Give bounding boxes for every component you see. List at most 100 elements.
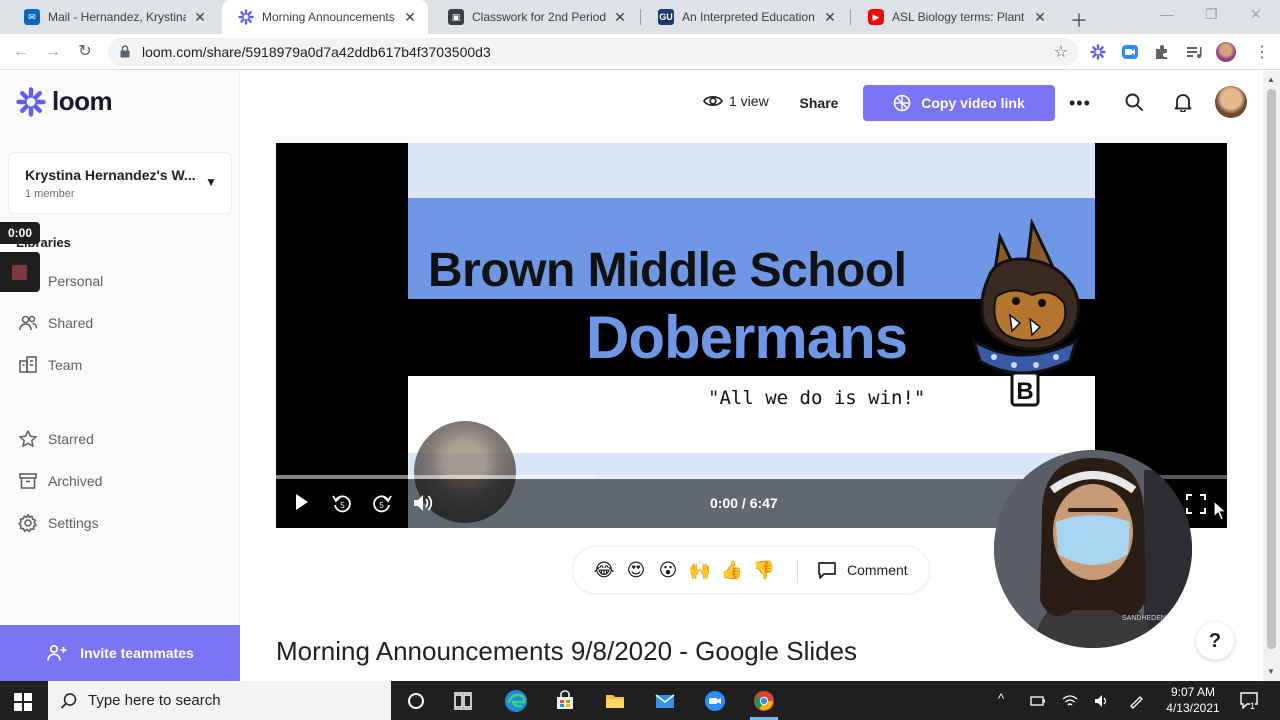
stop-recording-button[interactable] — [0, 252, 40, 292]
volume-tray-icon[interactable] — [1094, 693, 1110, 709]
search-icon — [60, 693, 77, 709]
mouse-cursor-icon — [1213, 500, 1228, 521]
sidebar-item-label: Team — [48, 357, 83, 373]
emoji-thumbs-up-button[interactable]: 👍 — [719, 557, 745, 583]
slide-motto: "All we do is win!" — [708, 387, 926, 409]
scroll-up-icon[interactable]: ▲ — [1267, 75, 1275, 84]
zoom-icon[interactable] — [704, 690, 726, 712]
tab-asl-biology[interactable]: ▶ ASL Biology terms: Plant an ✕ — [852, 0, 1058, 34]
browser-menu-icon[interactable]: ⋮ — [1254, 42, 1270, 62]
search-icon[interactable] — [1124, 92, 1144, 112]
play-icon[interactable] — [294, 492, 310, 512]
fullscreen-icon[interactable] — [1186, 494, 1206, 514]
tab-title: ASL Biology terms: Plant an — [892, 10, 1026, 24]
chrome-icon[interactable] — [753, 690, 775, 712]
help-button[interactable]: ? — [1196, 622, 1234, 660]
emoji-heart-eyes-button[interactable]: 😍 — [623, 557, 649, 583]
pen-icon[interactable] — [1128, 693, 1144, 709]
tab-classwork[interactable]: ▣ Classwork for 2nd Period Sc ✕ — [432, 0, 638, 34]
battery-icon[interactable] — [1030, 693, 1046, 709]
classroom-icon: ▣ — [448, 9, 464, 25]
emoji-raised-hands-button[interactable]: 🙌 — [687, 557, 713, 583]
scrollbar-thumb[interactable] — [1267, 89, 1276, 649]
mail-icon[interactable] — [654, 690, 676, 712]
back-icon[interactable]: ← — [10, 41, 32, 63]
sidebar-item-starred[interactable]: Starred — [18, 428, 94, 450]
share-button[interactable]: Share — [786, 86, 852, 120]
user-avatar[interactable] — [1215, 86, 1247, 118]
copy-video-link-button[interactable]: Copy video link — [863, 85, 1055, 121]
reload-icon[interactable]: ↻ — [74, 41, 96, 63]
workspace-switcher[interactable]: Krystina Hernandez's W... 1 member ▼ — [8, 152, 232, 214]
new-tab-icon[interactable]: ＋ — [1070, 7, 1088, 33]
clock-date: 4/13/2021 — [1166, 701, 1220, 715]
loom-extension-icon[interactable] — [1090, 44, 1106, 60]
sidebar-item-personal[interactable]: Personal — [48, 270, 103, 292]
outlook-icon: ✉ — [24, 9, 40, 25]
edge-icon[interactable] — [503, 688, 529, 714]
scroll-down-icon[interactable]: ▼ — [1267, 667, 1275, 676]
chevron-down-icon: ▼ — [205, 175, 217, 189]
sidebar-item-archived[interactable]: Archived — [18, 470, 102, 492]
show-hidden-icons-icon[interactable]: ^ — [998, 691, 1004, 706]
bookmark-star-icon[interactable]: ☆ — [1054, 42, 1068, 62]
rewind-5-icon[interactable]: 5 — [331, 492, 353, 514]
page-scrollbar[interactable]: ▲ ▼ — [1263, 71, 1280, 681]
file-explorer-icon[interactable] — [604, 690, 626, 712]
close-tab-icon[interactable]: ✕ — [402, 9, 418, 26]
bell-icon[interactable] — [1173, 92, 1193, 112]
minimize-icon[interactable]: — — [1160, 6, 1174, 22]
reactions-divider — [797, 559, 798, 583]
sidebar-item-settings[interactable]: Settings — [18, 512, 99, 534]
profile-avatar[interactable] — [1216, 42, 1236, 62]
zoom-extension-icon[interactable] — [1122, 44, 1138, 60]
wifi-icon[interactable] — [1062, 693, 1078, 709]
notification-icon — [1240, 692, 1258, 710]
tab-interpreted-education[interactable]: GU An Interpreted Education: V ✕ — [642, 0, 848, 34]
more-options-icon[interactable]: ••• — [1069, 93, 1091, 114]
volume-icon[interactable] — [412, 492, 434, 514]
invite-teammates-button[interactable]: Invite teammates — [0, 625, 240, 681]
webcam-bubble[interactable]: SANDHEDEN — [994, 450, 1192, 648]
stop-icon — [12, 265, 27, 280]
browser-toolbar: ← → ↻ loom.com/share/5918979a0d7a42ddb61… — [0, 34, 1280, 70]
windows-start-icon[interactable] — [14, 693, 32, 711]
emoji-surprised-button[interactable]: 😮 — [655, 557, 681, 583]
view-count[interactable]: 1 view — [703, 93, 769, 109]
gear-icon — [18, 514, 37, 533]
tab-title: An Interpreted Education: V — [682, 10, 816, 24]
task-view-icon[interactable] — [452, 690, 474, 712]
reading-list-icon[interactable] — [1186, 44, 1202, 60]
emoji-laugh-button[interactable]: 😂 — [591, 557, 617, 583]
close-window-icon[interactable]: ✕ — [1250, 6, 1262, 23]
emoji-thumbs-down-button[interactable]: 👎 — [751, 557, 777, 583]
system-clock[interactable]: 9:07 AM 4/13/2021 — [1158, 684, 1228, 716]
building-icon — [19, 356, 37, 373]
close-tab-icon[interactable]: ✕ — [192, 9, 208, 26]
comment-button[interactable]: Comment — [817, 560, 908, 580]
close-tab-icon[interactable]: ✕ — [822, 9, 838, 26]
slide-title-line1: Brown Middle School — [428, 244, 907, 297]
loom-logo[interactable]: loom — [16, 86, 113, 117]
forward-5-icon[interactable]: 5 — [371, 492, 393, 514]
notification-center[interactable]: 1 — [1240, 691, 1258, 714]
url-text[interactable]: loom.com/share/5918979a0d7a42ddb617b4f37… — [142, 44, 491, 60]
extensions-puzzle-icon[interactable] — [1154, 44, 1170, 60]
sidebar-item-team[interactable]: Team — [18, 354, 82, 376]
tab-morning-announcements[interactable]: Morning Announcements 9/8/ ✕ — [222, 0, 428, 34]
close-tab-icon[interactable]: ✕ — [1032, 9, 1048, 26]
sidebar-item-label: Settings — [48, 515, 99, 531]
restore-icon[interactable]: ❐ — [1205, 6, 1218, 23]
copy-link-label: Copy video link — [921, 95, 1025, 111]
microsoft-store-icon[interactable] — [554, 690, 576, 712]
sidebar-item-shared[interactable]: Shared — [18, 312, 93, 334]
taskbar-search-box[interactable]: Type here to search — [48, 681, 391, 720]
address-bar[interactable]: loom.com/share/5918979a0d7a42ddb617b4f37… — [108, 38, 1078, 66]
clock-time: 9:07 AM — [1170, 685, 1216, 699]
video-title: Morning Announcements 9/8/2020 - Google … — [276, 636, 858, 666]
cortana-icon[interactable] — [405, 690, 427, 712]
close-tab-icon[interactable]: ✕ — [612, 9, 628, 26]
tab-mail[interactable]: ✉ Mail - Hernandez, Krystina ✕ — [8, 0, 218, 34]
forward-icon[interactable]: → — [42, 41, 64, 63]
timecode: 0:00 / 6:47 — [710, 495, 778, 511]
